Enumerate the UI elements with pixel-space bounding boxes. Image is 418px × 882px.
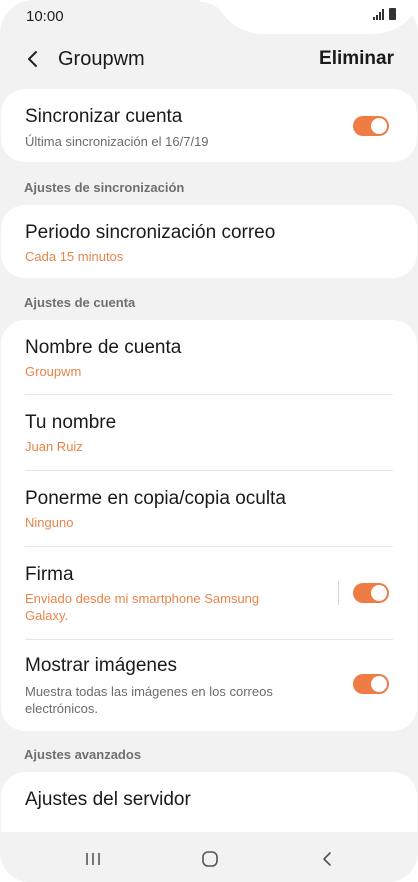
last-sync-text: Última sincronización el 16/7/19 — [25, 134, 209, 149]
cc-bcc-value: Ninguno — [25, 515, 74, 530]
toggle-knob — [371, 585, 387, 601]
cc-bcc-title: Ponerme en copia/copia oculta — [25, 488, 286, 509]
status-bar: 10:00 — [0, 0, 418, 34]
signature-row[interactable]: Firma Enviado desde mi smartphone Samsun… — [1, 547, 417, 639]
section-advanced-settings: Ajustes avanzados — [24, 747, 142, 762]
show-images-row[interactable]: Mostrar imágenes Muestra todas las imáge… — [1, 640, 417, 731]
account-settings-card: Nombre de cuenta Groupwm Tu nombre Juan … — [1, 320, 417, 731]
sync-account-title: Sincronizar cuenta — [25, 106, 183, 127]
sync-settings-card: Periodo sincronización correo Cada 15 mi… — [1, 205, 417, 278]
section-account-settings: Ajustes de cuenta — [24, 295, 136, 310]
sync-account-card: Sincronizar cuenta Última sincronización… — [1, 89, 417, 162]
sync-account-row[interactable]: Sincronizar cuenta Última sincronización… — [1, 89, 417, 162]
sync-period-value: Cada 15 minutos — [25, 249, 124, 264]
status-icons — [373, 8, 396, 20]
vertical-separator — [338, 581, 339, 605]
status-time: 10:00 — [26, 8, 64, 25]
account-name-value: Groupwm — [25, 364, 82, 379]
sync-period-title: Periodo sincronización correo — [25, 222, 276, 243]
signature-value: Enviado desde mi smartphone Samsung Gala… — [25, 591, 260, 623]
your-name-title: Tu nombre — [25, 412, 117, 433]
navigation-bar — [0, 832, 418, 882]
your-name-row[interactable]: Tu nombre Juan Ruiz — [1, 395, 417, 470]
battery-icon — [389, 8, 396, 20]
sync-account-toggle[interactable] — [353, 116, 389, 136]
signature-toggle[interactable] — [353, 583, 389, 603]
recent-apps-icon[interactable] — [85, 851, 101, 867]
delete-button[interactable]: Eliminar — [319, 48, 394, 70]
home-icon[interactable] — [201, 850, 219, 868]
sync-period-row[interactable]: Periodo sincronización correo Cada 15 mi… — [1, 205, 417, 278]
server-settings-title: Ajustes del servidor — [25, 789, 191, 810]
account-name-title: Nombre de cuenta — [25, 337, 182, 358]
cc-bcc-row[interactable]: Ponerme en copia/copia oculta Ninguno — [1, 471, 417, 546]
toggle-knob — [371, 118, 387, 134]
account-name-row[interactable]: Nombre de cuenta Groupwm — [1, 320, 417, 394]
nav-back-icon[interactable] — [319, 851, 335, 867]
toggle-knob — [371, 676, 387, 692]
show-images-toggle[interactable] — [353, 674, 389, 694]
camera-notch — [200, 0, 418, 34]
signature-title: Firma — [25, 564, 74, 585]
signal-icon — [373, 8, 384, 20]
app-bar: Groupwm Eliminar — [0, 38, 418, 84]
chevron-left-icon[interactable] — [22, 48, 44, 70]
your-name-value: Juan Ruiz — [25, 439, 83, 454]
page-title: Groupwm — [58, 48, 145, 70]
server-settings-row[interactable]: Ajustes del servidor — [1, 772, 417, 828]
show-images-subtitle: Muestra todas las imágenes en los correo… — [25, 684, 273, 716]
section-sync-settings: Ajustes de sincronización — [24, 180, 185, 195]
show-images-title: Mostrar imágenes — [25, 655, 178, 676]
phone-screen: 10:00 Groupwm Eliminar Sincronizar cuent… — [0, 0, 418, 882]
